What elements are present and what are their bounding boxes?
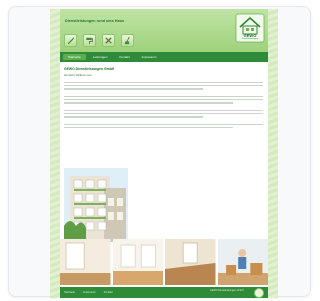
header-icon-row bbox=[64, 34, 134, 47]
footer-link-startseite[interactable]: Startseite bbox=[64, 291, 75, 294]
nav-item-kontakt[interactable]: Kontakt bbox=[114, 54, 134, 60]
building-photo bbox=[64, 168, 128, 242]
nav-item-impressum[interactable]: Impressum bbox=[137, 54, 162, 60]
nav-item-leistungen[interactable]: Leistungen bbox=[88, 54, 113, 60]
gallery-photo-moving[interactable] bbox=[217, 239, 268, 285]
footer-link-kontakt[interactable]: Kontakt bbox=[104, 291, 113, 294]
content-title: GEWO Dienstleistungen GmbH bbox=[64, 67, 115, 71]
brush-icon bbox=[64, 34, 77, 47]
site-footer: Startseite Impressum Kontakt GEWO Dienst… bbox=[60, 287, 268, 298]
paragraph-1 bbox=[64, 82, 263, 92]
gallery-photo-window[interactable] bbox=[60, 239, 111, 285]
paragraph-2 bbox=[64, 96, 263, 106]
footer-links: Startseite Impressum Kontakt bbox=[64, 291, 113, 294]
website-page: Dienstleistungen rund ums Haus GEWO Dien… bbox=[60, 9, 268, 298]
content-subtitle: Herzlich Willkommen bbox=[64, 73, 93, 77]
paragraph-4 bbox=[64, 124, 263, 130]
site-header: Dienstleistungen rund ums Haus GEWO Dien… bbox=[60, 9, 268, 52]
paragraph-3 bbox=[64, 110, 263, 120]
footer-badge-icon bbox=[254, 287, 264, 298]
photo-gallery bbox=[60, 239, 268, 285]
site-content: GEWO Dienstleistungen GmbH Herzlich Will… bbox=[60, 62, 268, 287]
logo-subtext: Dienstleistungen bbox=[241, 38, 259, 40]
gallery-photo-floor[interactable] bbox=[165, 239, 216, 285]
site-logo[interactable]: GEWO Dienstleistungen bbox=[235, 13, 265, 43]
footer-company: GEWO Dienstleistungen GmbH bbox=[210, 289, 244, 292]
nav-item-startseite[interactable]: Startseite bbox=[63, 54, 86, 60]
site-nav: Startseite Leistungen Kontakt Impressum bbox=[60, 52, 268, 62]
roller-icon bbox=[83, 34, 96, 47]
site-title: Dienstleistungen rund ums Haus bbox=[65, 19, 125, 23]
footer-link-impressum[interactable]: Impressum bbox=[83, 291, 96, 294]
gallery-photo-room[interactable] bbox=[112, 239, 163, 285]
tools-icon bbox=[102, 34, 115, 47]
broom-icon bbox=[121, 34, 134, 47]
website-thumbnail[interactable]: Dienstleistungen rund ums Haus GEWO Dien… bbox=[50, 9, 278, 298]
